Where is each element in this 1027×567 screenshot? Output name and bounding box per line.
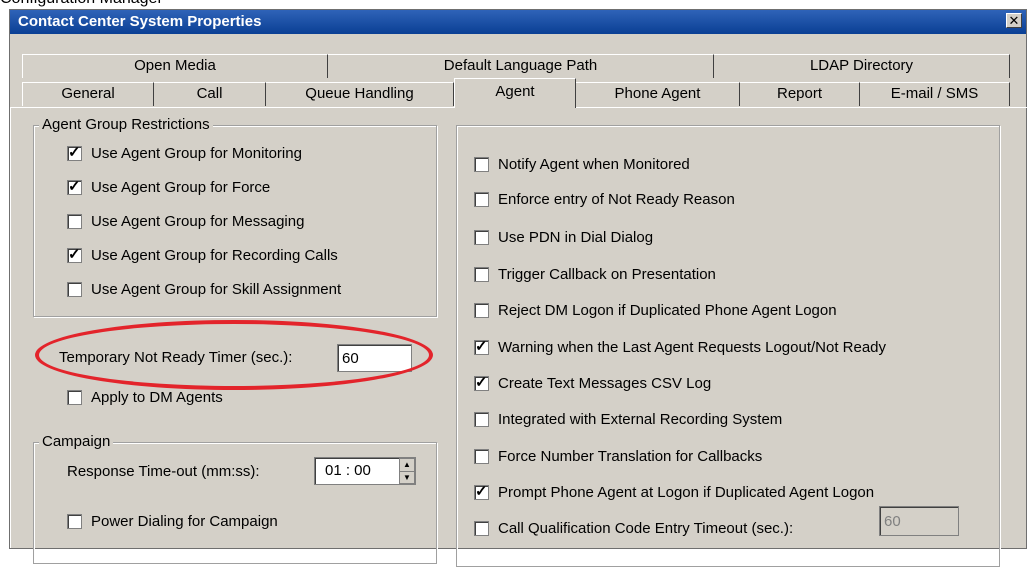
tab-report[interactable]: Report <box>740 82 860 106</box>
option-trigger-callback[interactable]: Trigger Callback on Presentation <box>474 266 716 283</box>
title-bar: Contact Center System Properties ✕ <box>10 10 1026 34</box>
checkbox-monitoring[interactable]: Use Agent Group for Monitoring <box>67 143 302 162</box>
dialog-title: Contact Center System Properties <box>18 13 262 30</box>
response-timeout-field[interactable]: 01 : 00 ▲ ▼ <box>314 457 416 485</box>
checkbox-box[interactable] <box>67 390 82 405</box>
option-notify-monitored[interactable]: Notify Agent when Monitored <box>474 156 690 173</box>
checkbox-label: Integrated with External Recording Syste… <box>498 411 783 428</box>
checkbox-recording-calls[interactable]: Use Agent Group for Recording Calls <box>67 245 338 264</box>
checkbox-label: Notify Agent when Monitored <box>498 156 690 173</box>
checkbox-box[interactable] <box>474 373 489 391</box>
checkbox-box[interactable] <box>67 282 82 297</box>
checkbox-box[interactable] <box>67 245 82 263</box>
checkbox-box[interactable] <box>474 412 489 427</box>
tab-default-language-path[interactable]: Default Language Path <box>328 54 714 78</box>
option-external-recording[interactable]: Integrated with External Recording Syste… <box>474 411 782 428</box>
agent-group-restrictions-legend: Agent Group Restrictions <box>39 116 213 133</box>
checkbox-apply-dm-agents[interactable]: Apply to DM Agents <box>67 389 223 406</box>
checkbox-label: Use Agent Group for Recording Calls <box>91 247 338 264</box>
option-use-pdn[interactable]: Use PDN in Dial Dialog <box>474 229 653 246</box>
properties-dialog: Contact Center System Properties ✕ Open … <box>9 9 1027 567</box>
checkbox-label: Apply to DM Agents <box>91 389 223 406</box>
checkbox-label: Create Text Messages CSV Log <box>498 375 712 392</box>
option-force-number-translation[interactable]: Force Number Translation for Callbacks <box>474 448 762 465</box>
option-text-messages-csv[interactable]: Create Text Messages CSV Log <box>474 373 712 392</box>
checkbox-label: Use Agent Group for Skill Assignment <box>91 281 342 298</box>
agent-tab-panel: Agent Group Restrictions Use Agent Group… <box>10 107 1027 567</box>
checkbox-label: Enforce entry of Not Ready Reason <box>498 191 735 208</box>
checkbox-box[interactable] <box>474 303 489 318</box>
checkbox-label: Use Agent Group for Messaging <box>91 213 305 230</box>
checkbox-box[interactable] <box>67 143 82 161</box>
spin-down-icon[interactable]: ▼ <box>400 472 414 484</box>
campaign-legend: Campaign <box>39 433 114 450</box>
tab-email-sms[interactable]: E-mail / SMS <box>860 82 1010 106</box>
checkbox-label: Prompt Phone Agent at Logon if Duplicate… <box>498 484 875 501</box>
checkbox-box[interactable] <box>474 230 489 245</box>
checkbox-box[interactable] <box>67 514 82 529</box>
background-window-caption: Configuration Manager <box>0 0 163 8</box>
checkbox-label: Use Agent Group for Monitoring <box>91 145 302 162</box>
spin-up-icon[interactable]: ▲ <box>400 459 414 472</box>
response-timeout-spinner[interactable]: ▲ ▼ <box>399 458 415 484</box>
checkbox-box[interactable] <box>67 177 82 195</box>
checkbox-box[interactable] <box>474 337 489 355</box>
temp-not-ready-input[interactable] <box>337 344 412 372</box>
checkbox-messaging[interactable]: Use Agent Group for Messaging <box>67 213 304 230</box>
checkbox-label: Force Number Translation for Callbacks <box>498 448 763 465</box>
checkbox-label: Use Agent Group for Force <box>91 179 271 196</box>
tab-strip: Open Media Default Language Path LDAP Di… <box>10 37 1026 117</box>
tab-agent[interactable]: Agent <box>454 78 576 108</box>
option-prompt-phone-agent[interactable]: Prompt Phone Agent at Logon if Duplicate… <box>474 482 875 501</box>
checkbox-label: Power Dialing for Campaign <box>91 513 278 530</box>
checkbox-skill-assignment[interactable]: Use Agent Group for Skill Assignment <box>67 281 341 298</box>
checkbox-label: Reject DM Logon if Duplicated Phone Agen… <box>498 302 837 319</box>
checkbox-label: Call Qualification Code Entry Timeout (s… <box>498 520 794 537</box>
response-timeout-value: 01 : 00 <box>325 462 371 479</box>
option-reject-dm-logon[interactable]: Reject DM Logon if Duplicated Phone Agen… <box>474 302 837 319</box>
option-call-qualification-timeout[interactable]: Call Qualification Code Entry Timeout (s… <box>474 520 793 537</box>
checkbox-label: Trigger Callback on Presentation <box>498 266 716 283</box>
checkbox-box[interactable] <box>474 521 489 536</box>
checkbox-box[interactable] <box>474 157 489 172</box>
call-qualification-timeout-input <box>879 506 959 536</box>
checkbox-force[interactable]: Use Agent Group for Force <box>67 177 271 196</box>
tab-queue-handling[interactable]: Queue Handling <box>266 82 454 106</box>
checkbox-power-dialing[interactable]: Power Dialing for Campaign <box>67 513 278 530</box>
checkbox-box[interactable] <box>474 192 489 207</box>
close-icon: ✕ <box>1008 13 1020 28</box>
response-timeout-label: Response Time-out (mm:ss): <box>67 463 260 480</box>
temp-not-ready-label: Temporary Not Ready Timer (sec.): <box>59 349 293 366</box>
option-enforce-not-ready-reason[interactable]: Enforce entry of Not Ready Reason <box>474 191 735 208</box>
tab-open-media[interactable]: Open Media <box>22 54 328 78</box>
checkbox-box[interactable] <box>474 482 489 500</box>
checkbox-label: Warning when the Last Agent Requests Log… <box>498 339 887 356</box>
checkbox-label: Use PDN in Dial Dialog <box>498 229 654 246</box>
tab-ldap-directory[interactable]: LDAP Directory <box>714 54 1010 78</box>
close-button[interactable]: ✕ <box>1006 13 1022 28</box>
option-warning-last-agent[interactable]: Warning when the Last Agent Requests Log… <box>474 337 887 356</box>
tab-phone-agent[interactable]: Phone Agent <box>576 82 740 106</box>
tab-call[interactable]: Call <box>154 82 266 106</box>
checkbox-box[interactable] <box>474 449 489 464</box>
checkbox-box[interactable] <box>474 267 489 282</box>
checkbox-box[interactable] <box>67 214 82 229</box>
tab-general[interactable]: General <box>22 82 154 106</box>
